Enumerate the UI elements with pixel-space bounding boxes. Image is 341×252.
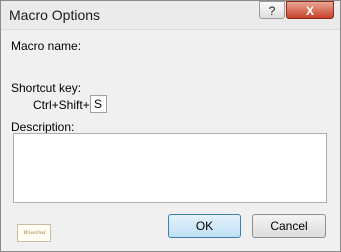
window-title: Macro Options — [9, 7, 101, 23]
logo-text: WiseOwl — [23, 230, 46, 236]
modifier-label: Ctrl+Shift+ — [33, 98, 90, 112]
cancel-button[interactable]: Cancel — [252, 214, 326, 238]
description-label: Description: — [11, 120, 75, 134]
help-button[interactable]: ? — [259, 1, 285, 19]
close-button[interactable]: X — [286, 1, 334, 19]
title-bar: Macro Options ? X — [1, 1, 340, 30]
macro-options-dialog: Macro Options ? X Macro name: Shortcut k… — [0, 0, 341, 252]
shortcut-key-input[interactable]: S — [90, 95, 107, 113]
logo-icon: WiseOwl — [17, 224, 51, 242]
ok-button[interactable]: OK — [168, 214, 241, 238]
shortcut-key-label: Shortcut key: — [11, 81, 82, 95]
macro-name-label: Macro name: — [11, 39, 82, 53]
description-textarea[interactable] — [13, 133, 327, 203]
